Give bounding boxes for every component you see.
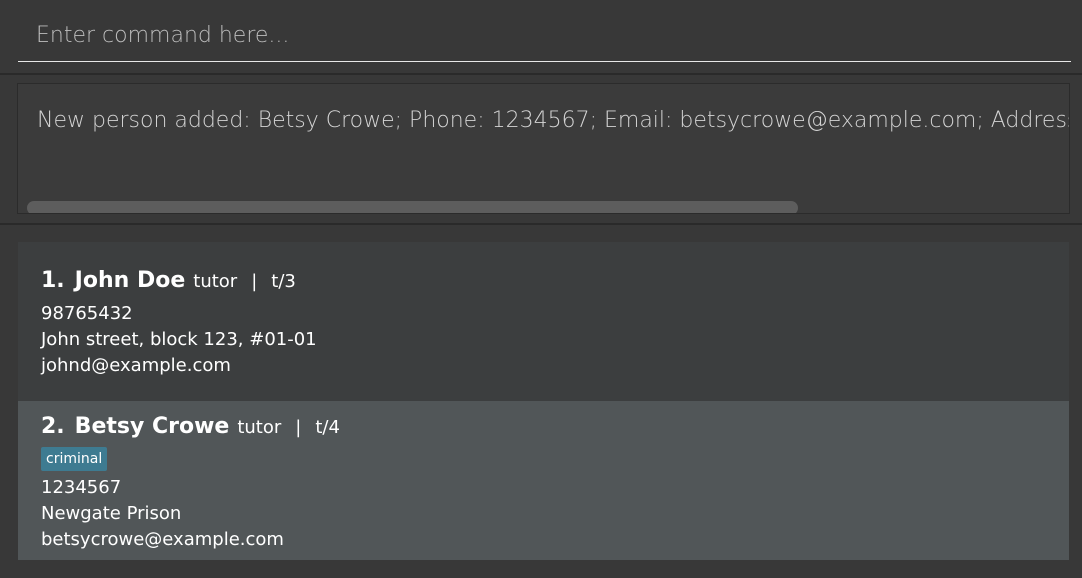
person-phone: 1234567 [41, 477, 122, 498]
person-address: Newgate Prison [41, 503, 182, 524]
person-index: 1. [41, 268, 65, 293]
person-role: tutor [193, 271, 238, 292]
result-display: New person added: Betsy Crowe; Phone: 12… [0, 75, 1082, 223]
separator: | [251, 271, 258, 292]
person-name: John Doe [74, 268, 186, 293]
separator: | [295, 417, 302, 438]
horizontal-scrollbar[interactable] [27, 201, 798, 213]
person-header: 1. John Doe tutor | t/3 [41, 268, 296, 293]
result-message: New person added: Betsy Crowe; Phone: 12… [37, 108, 1069, 133]
result-text-area[interactable]: New person added: Betsy Crowe; Phone: 12… [17, 83, 1070, 214]
person-email: johnd@example.com [41, 355, 231, 376]
person-header: 2. Betsy Crowe tutor | t/4 [41, 414, 340, 439]
person-name: Betsy Crowe [74, 414, 230, 439]
person-index: 2. [41, 414, 65, 439]
person-address: John street, block 123, #01-01 [41, 329, 317, 350]
person-list-panel: 1. John Doe tutor | t/3 98765432 John st… [0, 225, 1082, 578]
command-box [0, 0, 1082, 73]
command-input[interactable] [18, 10, 1071, 62]
person-phone: 98765432 [41, 303, 133, 324]
person-tutorial: t/4 [315, 417, 340, 438]
person-email: betsycrowe@example.com [41, 529, 284, 550]
person-card[interactable]: 1. John Doe tutor | t/3 98765432 John st… [18, 242, 1069, 401]
tag-criminal: criminal [41, 447, 108, 471]
person-role: tutor [237, 417, 282, 438]
app-window: New person added: Betsy Crowe; Phone: 12… [0, 0, 1082, 578]
person-card-selected[interactable]: 2. Betsy Crowe tutor | t/4 criminal 1234… [18, 401, 1069, 560]
person-tutorial: t/3 [271, 271, 296, 292]
